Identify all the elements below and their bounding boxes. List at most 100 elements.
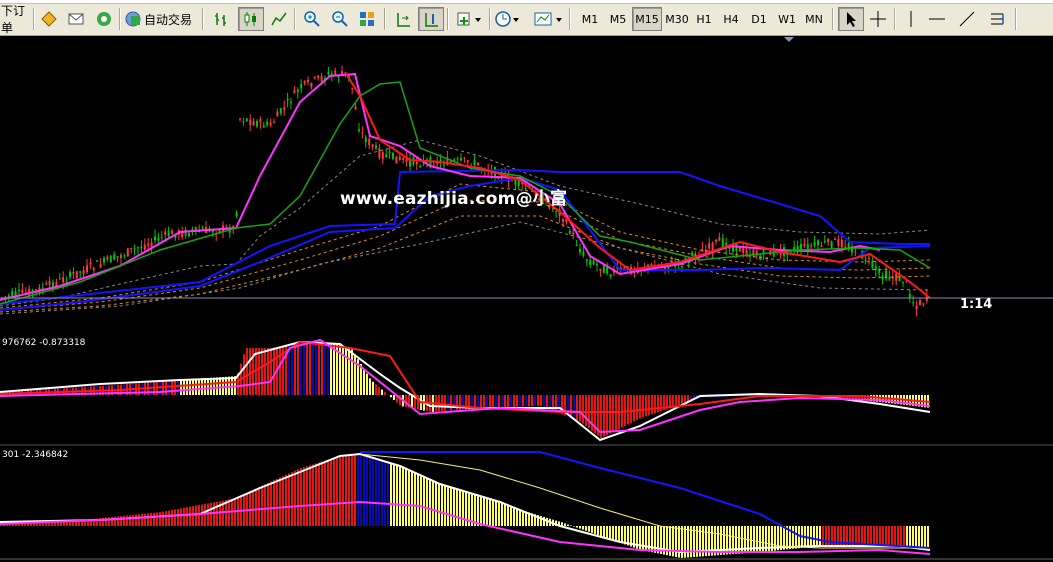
histogram-bar: [393, 395, 395, 400]
autoscroll-icon: [397, 13, 410, 27]
new-order-label: 下订单: [1, 4, 26, 35]
candle-body: [21, 289, 24, 293]
histogram-bar: [498, 502, 500, 526]
candle-body: [575, 244, 578, 246]
trendline-button[interactable]: [955, 7, 979, 31]
histogram-bar: [336, 457, 338, 526]
histogram-bar: [171, 380, 173, 395]
histogram-bar: [507, 505, 509, 526]
candle-body: [830, 241, 833, 248]
histogram-bar: [405, 468, 407, 526]
histogram-bar: [486, 498, 488, 526]
histogram-bar: [183, 379, 185, 395]
fibonacci-button[interactable]: [985, 7, 1009, 31]
histogram-bar: [570, 525, 572, 526]
histogram-bar: [198, 505, 200, 526]
candle-body: [273, 121, 275, 123]
histogram-bar: [168, 510, 170, 526]
timeframe-m30-button[interactable]: M30: [662, 7, 692, 31]
line-chart-button[interactable]: [267, 7, 291, 31]
histogram-bar: [156, 512, 158, 526]
candle-body: [708, 242, 711, 249]
horizontal-line-button[interactable]: [925, 7, 949, 31]
templates-button[interactable]: [531, 7, 565, 31]
timeframe-m5-button[interactable]: M5: [604, 7, 632, 31]
histogram-bar: [909, 526, 911, 547]
email-button[interactable]: [64, 7, 88, 31]
toolbar-separator: [294, 8, 296, 30]
histogram-bar: [207, 378, 209, 395]
histogram-bar: [450, 487, 452, 526]
metaeditor-button[interactable]: [37, 7, 61, 31]
histogram-bar: [516, 508, 518, 526]
zoom-in-button[interactable]: [300, 7, 324, 31]
histogram-bar: [297, 342, 299, 395]
histogram-bar: [132, 514, 134, 526]
candle-body: [449, 161, 452, 163]
timeframe-m15-button[interactable]: M15: [632, 7, 662, 31]
histogram-bar: [654, 395, 656, 414]
crosshair-button[interactable]: [866, 7, 890, 31]
chart-shift-button[interactable]: [418, 7, 444, 31]
candle-body: [919, 300, 921, 305]
indicators-button[interactable]: [452, 7, 486, 31]
histogram-bar: [675, 395, 677, 407]
histogram-bar: [885, 526, 887, 546]
toolbar-separator: [832, 8, 834, 30]
autotrade-button[interactable]: 自动交易: [123, 7, 199, 31]
histogram-bar: [462, 490, 464, 526]
candle-body: [803, 243, 806, 247]
histogram-bar: [918, 526, 920, 548]
histogram-bar: [420, 475, 422, 526]
candle-body: [351, 87, 354, 89]
periodicity-button[interactable]: [492, 7, 522, 31]
timeframe-h1-button[interactable]: H1: [690, 7, 718, 31]
timeframe-m1-button[interactable]: M1: [576, 7, 604, 31]
histogram-bar: [516, 395, 518, 407]
timeframe-d1-button[interactable]: D1: [745, 7, 773, 31]
tile-windows-button[interactable]: [355, 7, 379, 31]
candle-chart-button[interactable]: [238, 7, 264, 31]
histogram-bar: [279, 477, 281, 526]
histogram-bar: [303, 467, 305, 526]
histogram-bar: [318, 340, 320, 395]
chart-window[interactable]: [0, 36, 1053, 562]
histogram-bar: [636, 395, 638, 420]
histogram-bar: [342, 345, 344, 395]
candle-body: [392, 152, 394, 160]
histogram-bar: [408, 469, 410, 526]
histogram-bar: [510, 395, 512, 407]
candle-body: [844, 246, 847, 248]
histogram-bar: [204, 378, 206, 395]
autoscroll-button[interactable]: [391, 7, 415, 31]
timeframe-mn-button[interactable]: MN: [800, 7, 828, 31]
candle-body: [55, 282, 58, 287]
histogram-bar: [270, 348, 272, 395]
bar-chart-button[interactable]: [210, 7, 234, 31]
candle-body: [922, 303, 925, 305]
zoom-out-button[interactable]: [328, 7, 352, 31]
cursor-button[interactable]: [838, 7, 864, 31]
candle-body: [364, 137, 367, 143]
candle-body: [368, 138, 371, 146]
histogram-bar: [300, 342, 302, 395]
candle-body: [864, 259, 867, 261]
vertical-line-button[interactable]: [899, 7, 923, 31]
timeframe-w1-button[interactable]: W1: [773, 7, 801, 31]
histogram-bar: [414, 472, 416, 526]
candle-body: [320, 76, 323, 82]
histogram-bar: [639, 395, 641, 419]
new-order-button[interactable]: 下订单: [0, 4, 32, 35]
candle-body: [157, 238, 160, 241]
histogram-bar: [291, 472, 293, 526]
histogram-bar: [921, 526, 923, 548]
histogram-bar: [309, 465, 311, 526]
timeframe-h4-button[interactable]: H4: [717, 7, 745, 31]
histogram-bar: [510, 506, 512, 526]
histogram-bar: [606, 395, 608, 435]
candle-body: [188, 232, 190, 237]
histogram-bar: [309, 341, 311, 395]
signal-button[interactable]: [92, 7, 116, 31]
histogram-bar: [393, 463, 395, 526]
candle-body: [820, 245, 823, 247]
